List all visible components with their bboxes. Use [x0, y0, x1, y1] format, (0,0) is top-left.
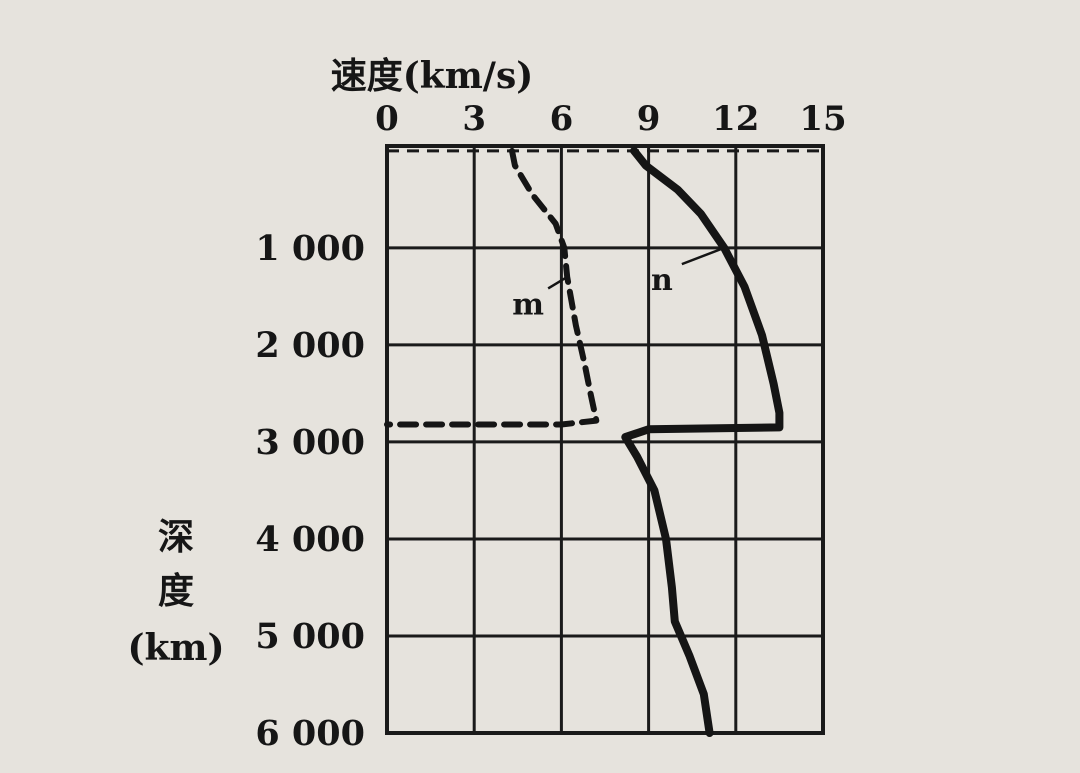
- y-tick-label-5: 6 000: [255, 713, 365, 754]
- chart-svg: 速度(km/s) 深 度 (km) 0 3 6 9 12 15 1 000 2 000 3 00…: [127, 55, 846, 754]
- x-tick-label-5: 15: [799, 99, 846, 139]
- y-tick-label-2: 3 000: [255, 422, 365, 463]
- y-axis-title-line-1: 深: [158, 516, 194, 558]
- series-label-n: n: [651, 263, 673, 298]
- leader-line-m: [547, 275, 568, 290]
- leader-line-n: [681, 246, 725, 266]
- x-tick-label-4: 12: [712, 99, 759, 139]
- x-tick-label-2: 6: [550, 99, 574, 139]
- x-tick-label-0: 0: [375, 99, 399, 139]
- y-tick-label-0: 1 000: [255, 228, 365, 269]
- y-axis-title-line-2: 度: [158, 570, 194, 612]
- y-tick-label-1: 2 000: [255, 325, 365, 366]
- velocity-depth-chart: 速度(km/s) 深 度 (km) 0 3 6 9 12 15 1 000 2 000 3 00…: [0, 0, 1080, 769]
- x-axis-title: 速度(km/s): [331, 55, 534, 97]
- x-tick-label-1: 3: [462, 99, 486, 139]
- series-label-m: m: [512, 287, 544, 322]
- x-tick-label-3: 9: [637, 99, 661, 139]
- y-tick-label-3: 4 000: [255, 519, 365, 560]
- series-line-m: [384, 147, 600, 428]
- text-layer: 速度(km/s) 深 度 (km) 0 3 6 9 12 15 1 000 2 000 3 00…: [127, 55, 846, 754]
- grid-layer: [385, 144, 825, 735]
- plot-frame: [385, 144, 825, 735]
- y-tick-label-4: 5 000: [255, 616, 365, 657]
- y-axis-title-line-3: (km): [127, 627, 224, 669]
